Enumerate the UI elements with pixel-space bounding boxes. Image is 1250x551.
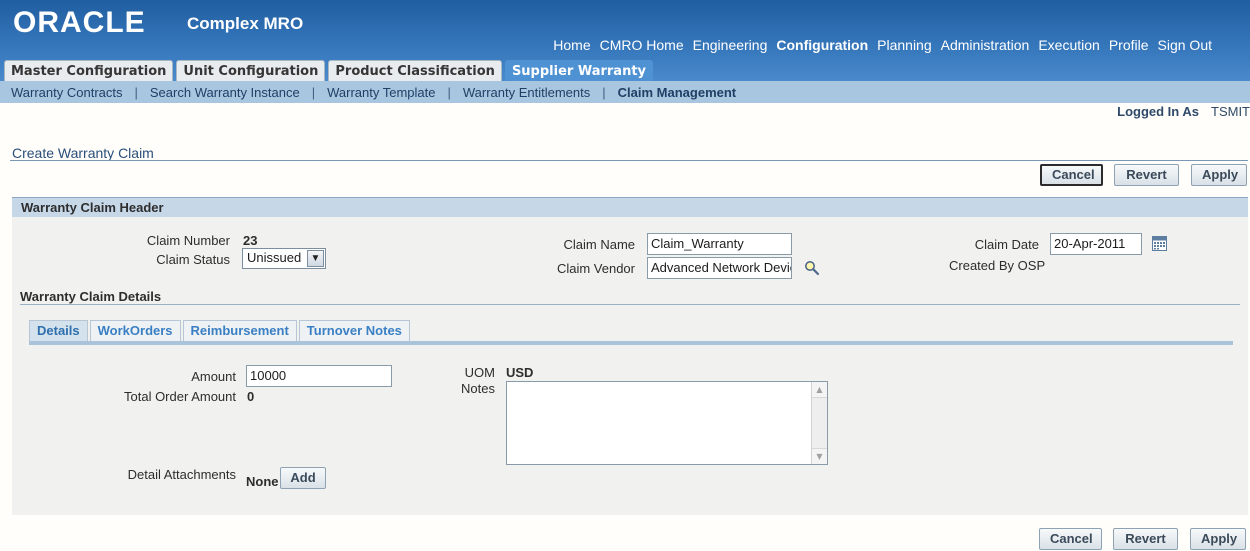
- global-nav-administration[interactable]: Administration: [941, 37, 1030, 53]
- amount-label: Amount: [191, 369, 236, 384]
- app-header: ORACLE Complex MRO Home CMRO Home Engine…: [0, 0, 1250, 81]
- section-header-warranty-claim-details: Warranty Claim Details: [20, 289, 162, 304]
- global-nav-engineering[interactable]: Engineering: [693, 37, 768, 53]
- subtab-workorders[interactable]: WorkOrders: [89, 320, 181, 341]
- subtab-turnover-notes[interactable]: Turnover Notes: [298, 320, 410, 341]
- claim-vendor-input[interactable]: Advanced Network Devic: [647, 257, 792, 279]
- claim-number-value: 23: [243, 233, 258, 248]
- revert-button-bottom[interactable]: Revert: [1113, 528, 1178, 550]
- global-nav-home[interactable]: Home: [553, 37, 590, 53]
- detail-attachments-value: None: [246, 474, 279, 489]
- notes-textarea[interactable]: ▲ ▼: [506, 381, 828, 465]
- claim-status-label: Claim Status: [156, 252, 230, 267]
- subnav-separator: |: [311, 84, 316, 100]
- global-nav-sign-out[interactable]: Sign Out: [1158, 37, 1212, 53]
- notes-scrollbar[interactable]: ▲ ▼: [811, 382, 827, 464]
- subnav-separator: |: [602, 84, 606, 100]
- global-nav-planning[interactable]: Planning: [877, 37, 932, 53]
- sub-nav: Warranty Contracts | Search Warranty Ins…: [0, 81, 1250, 103]
- total-order-amount-value: 0: [247, 389, 255, 404]
- claim-name-label: Claim Name: [563, 237, 635, 252]
- subnav-warranty-template[interactable]: Warranty Template: [327, 85, 435, 100]
- subtab-details[interactable]: Details: [29, 320, 88, 341]
- total-order-amount-label: Total Order Amount: [124, 389, 236, 404]
- revert-button-top[interactable]: Revert: [1114, 164, 1179, 186]
- scroll-up-icon[interactable]: ▲: [812, 382, 827, 398]
- detail-attachments-label: Detail Attachments: [127, 467, 236, 482]
- amount-input[interactable]: 10000: [246, 365, 392, 387]
- uom-value: USD: [506, 365, 534, 380]
- oracle-logo: ORACLE: [13, 6, 146, 39]
- scroll-down-icon[interactable]: ▼: [812, 448, 827, 464]
- chevron-down-icon: ▼: [307, 250, 324, 267]
- uom-label: UOM: [464, 365, 495, 380]
- claim-name-input[interactable]: Claim_Warranty: [647, 233, 792, 255]
- subnav-separator: |: [447, 84, 451, 100]
- claim-date-input[interactable]: 20-Apr-2011: [1050, 233, 1142, 255]
- subnav-warranty-contracts[interactable]: Warranty Contracts: [11, 85, 123, 100]
- page-title: Create Warranty Claim: [12, 145, 154, 161]
- logged-in-label: Logged In As: [1117, 104, 1199, 119]
- apply-button-top[interactable]: Apply: [1191, 164, 1247, 186]
- global-nav-configuration[interactable]: Configuration: [776, 37, 868, 53]
- claim-vendor-label: Claim Vendor: [556, 261, 635, 276]
- claim-date-label: Claim Date: [974, 237, 1039, 252]
- global-nav: Home CMRO Home Engineering Configuration…: [553, 37, 1212, 53]
- details-tabs: Details WorkOrders Reimbursement Turnove…: [29, 320, 410, 341]
- details-divider: [20, 304, 1240, 305]
- subnav-claim-management[interactable]: Claim Management: [618, 85, 736, 100]
- add-attachment-button[interactable]: Add: [280, 467, 326, 489]
- cancel-button-top[interactable]: Cancel: [1040, 164, 1103, 186]
- subtab-reimbursement[interactable]: Reimbursement: [182, 320, 297, 341]
- claim-status-value: Unissued: [247, 250, 302, 265]
- tab-unit-configuration[interactable]: Unit Configuration: [176, 60, 326, 81]
- created-by: Created By OSP: [949, 258, 1045, 273]
- claim-status-select[interactable]: Unissued ▼: [242, 248, 326, 269]
- app-name: Complex MRO: [187, 14, 304, 33]
- subtab-divider: [29, 341, 1233, 345]
- claim-number-label: Claim Number: [146, 233, 230, 248]
- main-tabs: Master Configuration Unit Configuration …: [4, 60, 654, 81]
- tab-supplier-warranty[interactable]: Supplier Warranty: [504, 60, 654, 81]
- section-header-warranty-claim: Warranty Claim Header: [12, 197, 1248, 217]
- subnav-search-warranty-instance[interactable]: Search Warranty Instance: [150, 85, 300, 100]
- logged-in-user: TSMIT: [1211, 104, 1250, 119]
- global-nav-execution[interactable]: Execution: [1038, 37, 1099, 53]
- tab-master-configuration[interactable]: Master Configuration: [4, 60, 174, 81]
- search-icon[interactable]: [804, 260, 820, 276]
- apply-button-bottom[interactable]: Apply: [1190, 528, 1246, 550]
- created-by-value: OSP: [1017, 258, 1046, 273]
- tab-product-classification[interactable]: Product Classification: [328, 60, 502, 81]
- subnav-warranty-entitlements[interactable]: Warranty Entitlements: [463, 85, 590, 100]
- logged-in-info: Logged In As TSMIT: [1117, 104, 1250, 119]
- global-nav-profile[interactable]: Profile: [1109, 37, 1149, 53]
- created-by-label: Created By: [949, 258, 1015, 273]
- warranty-claim-panel: Warranty Claim Header Claim Number 23 Cl…: [12, 197, 1248, 515]
- subnav-separator: |: [134, 84, 138, 100]
- cancel-button-bottom[interactable]: Cancel: [1039, 528, 1102, 550]
- notes-label: Notes: [461, 381, 495, 396]
- title-divider: [10, 160, 1248, 161]
- global-nav-cmro-home[interactable]: CMRO Home: [600, 37, 684, 53]
- calendar-icon[interactable]: [1152, 236, 1167, 251]
